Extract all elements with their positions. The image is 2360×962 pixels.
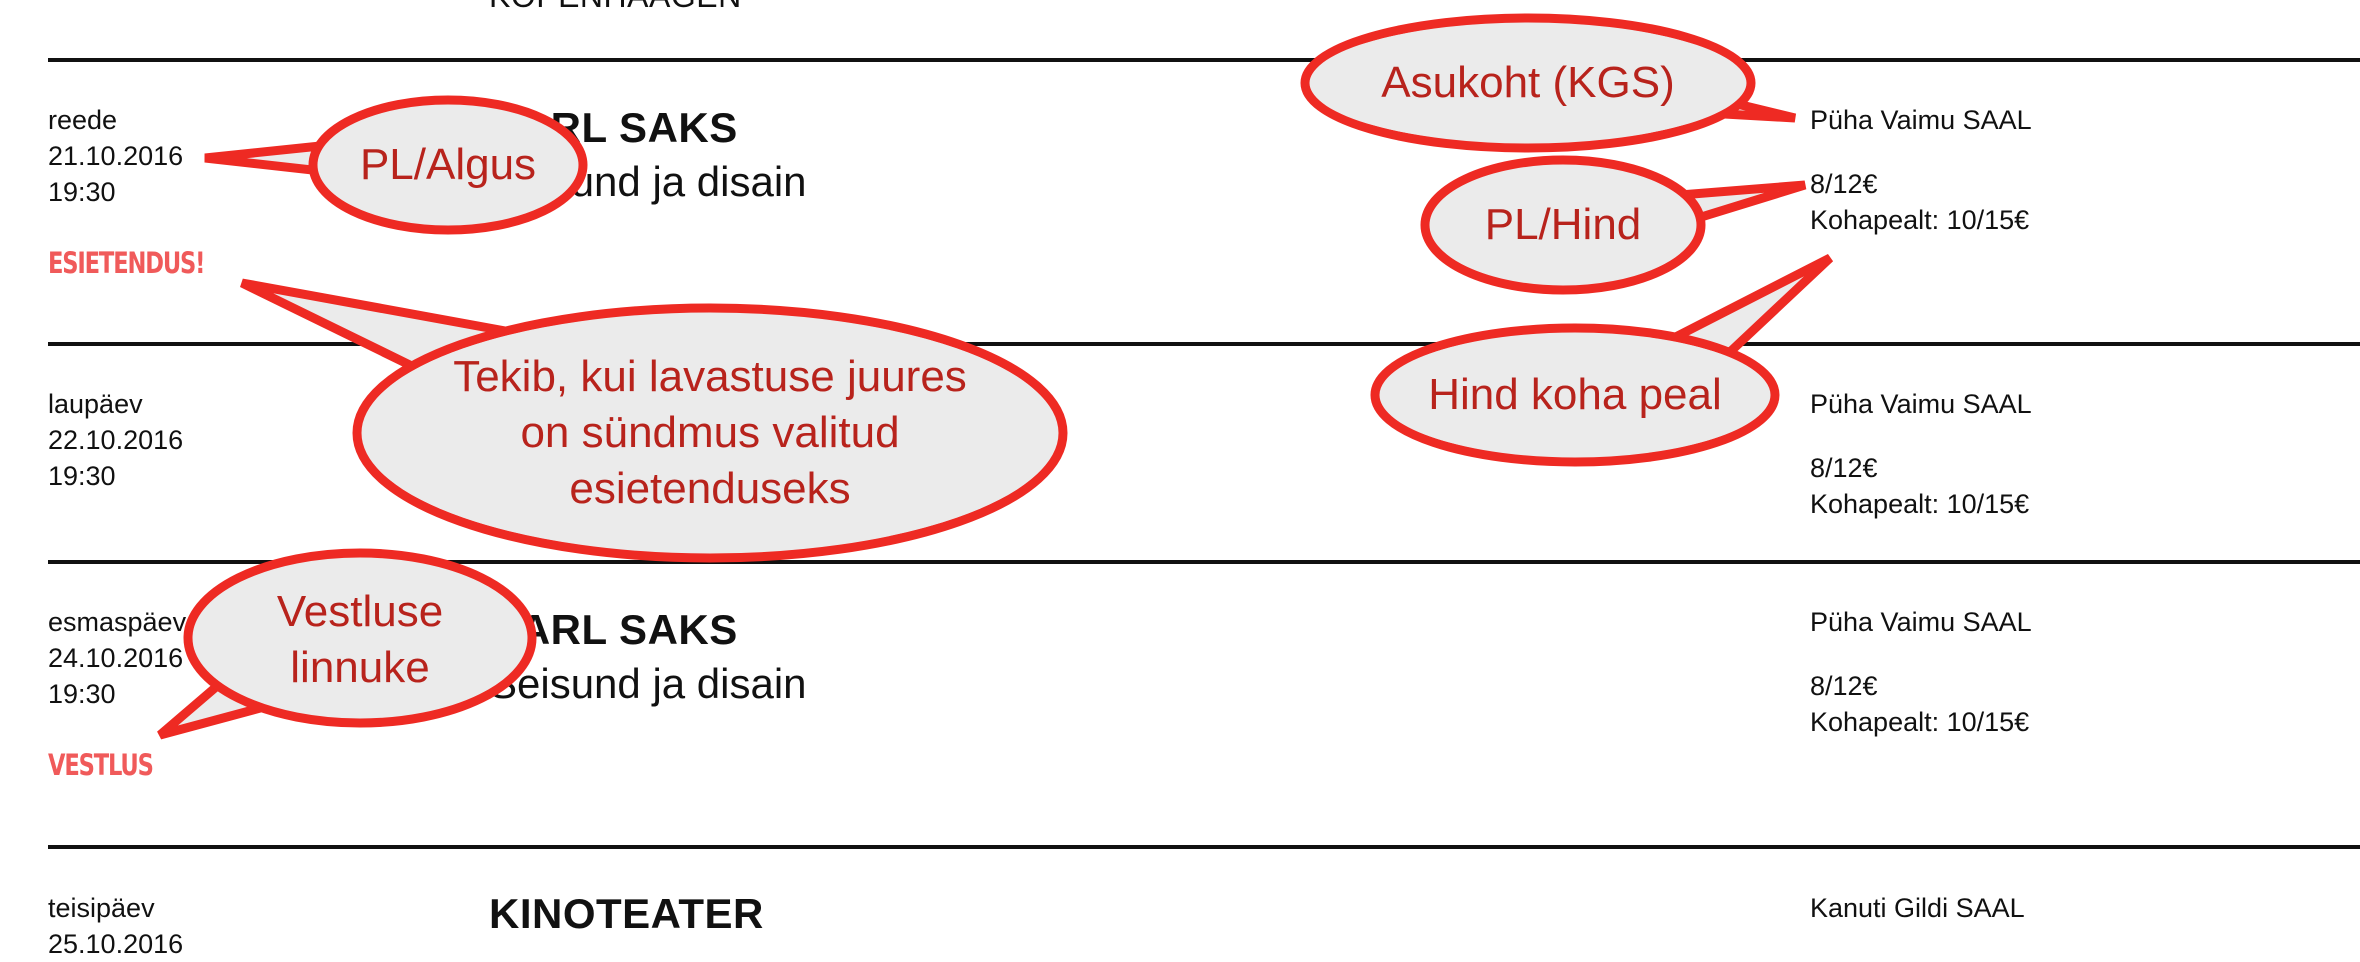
annotation-asukoht: Asukoht (KGS)	[1381, 58, 1675, 107]
annotation-esietendus: Tekib, kui lavastuse juures on sündmus v…	[453, 352, 967, 513]
annotation-pl-hind: PL/Hind	[1484, 200, 1642, 249]
annotation-pl-algus: PL/Algus	[359, 140, 537, 189]
annotation-vestlus: Vestluse linnuke	[276, 587, 444, 692]
annotation-hind-koha-peal: Hind koha peal	[1428, 370, 1722, 419]
